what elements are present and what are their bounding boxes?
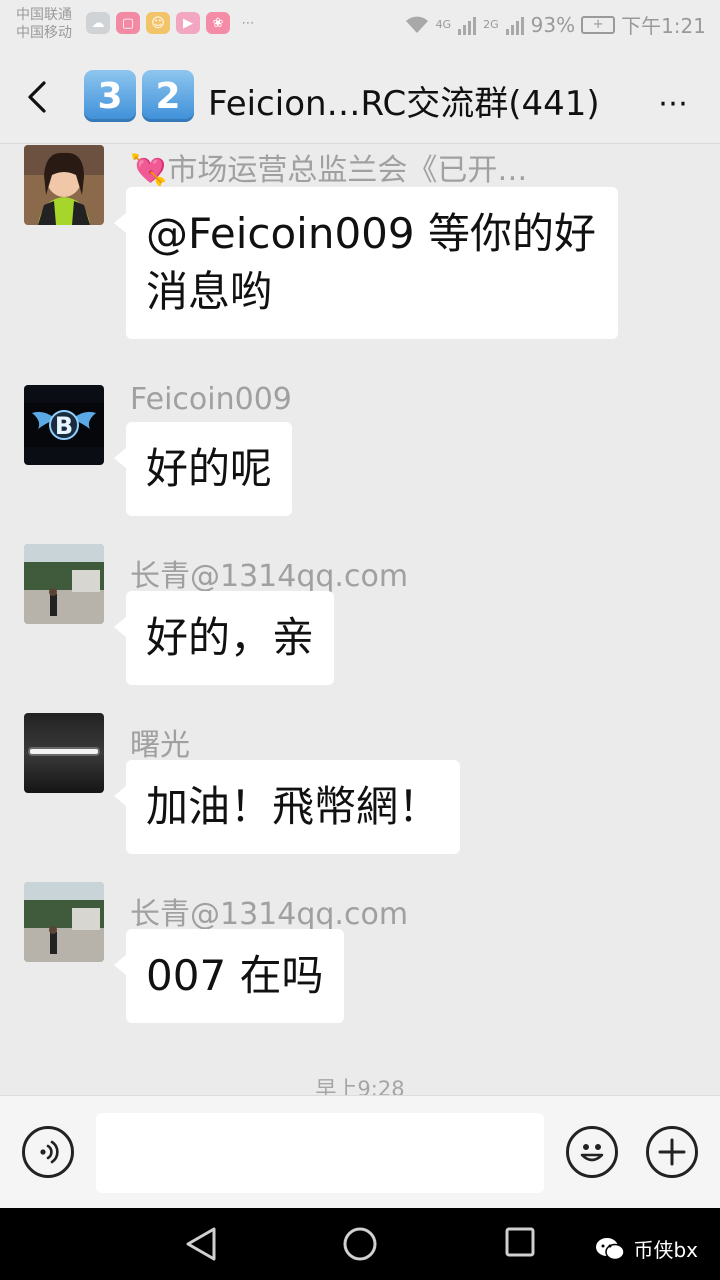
chat-header: 3 2 Feicion…RC交流群(441) ⋯ — [0, 50, 720, 144]
weibo-icon: ☁ — [86, 12, 110, 34]
message-text: 007 在吗 — [146, 951, 324, 1000]
message-list[interactable]: 💘市场运营总监兰会《已开… @Feicoin009 等你的好 消息哟 B Fei… — [0, 145, 720, 1095]
message-text: 好的呢 — [146, 444, 273, 493]
message-text-line-2: 消息哟 — [146, 267, 273, 316]
avatar[interactable] — [24, 713, 104, 793]
avatar-photo-icon — [24, 882, 104, 962]
message-bubble[interactable]: 007 在吗 — [114, 929, 344, 1023]
svg-text:B: B — [55, 412, 73, 440]
signal-1-icon — [458, 16, 477, 35]
message-input[interactable] — [96, 1113, 544, 1193]
unread-count-badge-1[interactable]: 3 — [84, 70, 136, 122]
carrier-2: 中国移动 — [16, 25, 72, 41]
unread-count-badge-2[interactable]: 2 — [142, 70, 194, 122]
nav-back-icon[interactable] — [184, 1226, 218, 1262]
battery-icon: + — [581, 15, 616, 34]
avatar[interactable] — [24, 145, 104, 225]
smiley-icon — [580, 1144, 604, 1162]
watermark-text: 币侠bx — [633, 1238, 698, 1262]
input-bar — [0, 1095, 720, 1208]
avatar[interactable]: B — [24, 385, 104, 465]
voice-input-button[interactable] — [22, 1126, 74, 1178]
sender-name: 长青@1314qq.com — [130, 897, 409, 932]
sender-name: Feicoin009 — [130, 382, 292, 417]
voice-icon — [40, 1140, 59, 1164]
network-2-label: 2G — [483, 18, 499, 31]
nav-home-icon[interactable] — [342, 1226, 378, 1262]
plus-icon — [658, 1138, 686, 1166]
sender-name: 曙光 — [130, 728, 190, 763]
message-bubble[interactable]: 好的呢 — [113, 422, 293, 516]
sender-name: 💘市场运营总监兰会《已开… — [130, 153, 528, 188]
message-bubble[interactable]: 加油！飛幣網！ — [113, 760, 461, 854]
avatar[interactable] — [24, 544, 104, 624]
more-functions-button[interactable] — [646, 1126, 698, 1178]
message-bubble[interactable]: @Feicoin009 等你的好 消息哟 — [114, 187, 618, 339]
system-navigation-bar: 币侠bx — [0, 1208, 720, 1280]
game-icon: ☺ — [146, 12, 170, 34]
more-options-button[interactable]: ⋯ — [658, 86, 690, 121]
status-right: 4G 2G 93% + 下午1:21 — [404, 10, 706, 39]
avatar-light-icon — [24, 713, 104, 793]
message-text: 加油！飛幣網！ — [146, 782, 441, 831]
signal-2-icon — [505, 16, 524, 35]
notification-icons: ☁ ▢ ☺ ▶ ❀ ⋯ — [86, 12, 260, 34]
sender-name: 长青@1314qq.com — [130, 559, 409, 594]
battery-percent: 93% — [530, 12, 576, 37]
back-arrow-icon[interactable] — [22, 80, 56, 114]
watermark: 币侠bx — [595, 1234, 698, 1263]
avatar[interactable] — [24, 882, 104, 962]
clock: 下午1:21 — [621, 14, 706, 38]
timestamp: 早上9:28 — [315, 1077, 405, 1095]
wechat-icon — [596, 1237, 626, 1260]
wifi-icon — [405, 16, 428, 33]
message-text-line-1: @Feicoin009 等你的好 — [146, 209, 596, 258]
carrier-1: 中国联通 — [16, 7, 72, 23]
network-1-label: 4G — [435, 18, 452, 31]
avatar-photo-icon — [24, 544, 104, 624]
video-icon: ▶ — [176, 12, 200, 34]
chat-title[interactable]: Feicion…RC交流群(441) — [208, 76, 600, 125]
bitcoin-wings-icon: B — [24, 385, 104, 465]
app-icon: ▢ — [116, 12, 140, 34]
emoji-button[interactable] — [566, 1126, 618, 1178]
carrier-info: 中国联通 中国移动 — [16, 6, 72, 42]
message-text: 好的，亲 — [146, 613, 315, 662]
more-notifications-icon: ⋯ — [241, 15, 255, 31]
message-bubble[interactable]: 好的，亲 — [113, 591, 335, 685]
nav-recent-apps-icon[interactable] — [504, 1226, 536, 1258]
status-bar: 中国联通 中国移动 ☁ ▢ ☺ ▶ ❀ ⋯ 4G 2G 93% + 下午1:21 — [0, 0, 720, 50]
avatar-woman-icon — [24, 145, 104, 225]
gift-icon: ❀ — [206, 12, 230, 34]
